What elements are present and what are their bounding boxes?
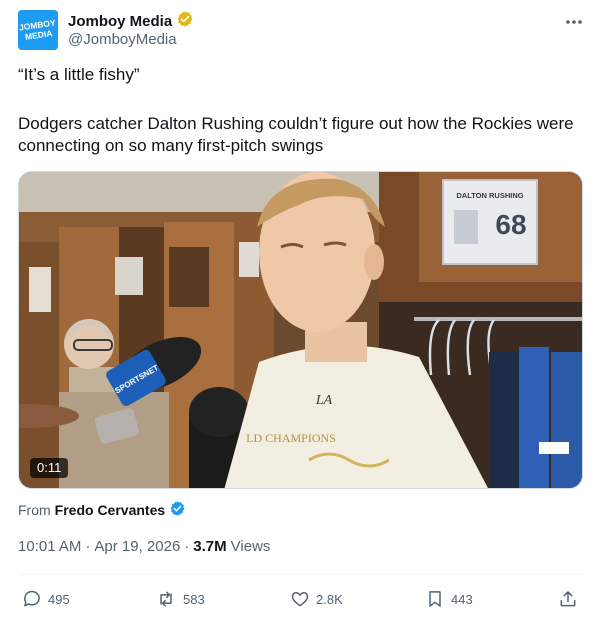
like-button[interactable]: 2.8K [290,587,343,611]
author-name-row: Jomboy Media [68,10,194,33]
repost-count: 583 [183,591,205,607]
action-bar: 495 583 2.8K 443 [18,587,583,611]
reply-count: 495 [48,591,70,607]
divider [18,574,583,575]
like-count: 2.8K [316,591,343,607]
bookmark-count: 443 [451,591,473,607]
from-prefix: From [18,502,51,518]
views-label: Views [230,538,271,555]
meta-separator: · [184,538,190,555]
views-count: 3.7M [193,538,227,555]
reply-icon [24,590,40,607]
tweet-body: Dodgers catcher Dalton Rushing couldn’t … [18,114,574,155]
attribution: From Fredo Cervantes [18,500,186,520]
tweet-quote: “It’s a little fishy” [18,65,140,84]
nameplate-name: DALTON RUSHING [456,191,523,200]
post-time[interactable]: 10:01 AM [18,538,81,555]
video-frame: DALTON RUSHING 68 SPORTSNET LA LD CHAMPI… [19,172,582,488]
repost-icon [160,591,172,607]
verified-blue-icon [169,500,186,520]
repost-button[interactable]: 583 [155,587,205,611]
nameplate-number: 68 [495,209,526,240]
share-button[interactable] [558,587,578,611]
jomboy-logo: JOMBOY MEDIA [18,10,58,50]
tweet-card: JOMBOY MEDIA Jomboy Media @JomboyMedia “… [0,0,594,624]
bookmark-button[interactable]: 443 [425,587,473,611]
author-handle[interactable]: @JomboyMedia [68,31,177,48]
post-date[interactable]: Apr 19, 2026 [94,538,180,555]
share-icon [560,591,576,607]
verified-gold-icon [176,10,194,33]
author-avatar[interactable]: JOMBOY MEDIA [18,10,58,50]
video-duration: 0:11 [30,458,69,478]
author-name[interactable]: Jomboy Media [68,13,172,30]
shirt-text-top: LA [315,393,333,408]
bookmark-icon [429,591,441,607]
tweet-meta: 10:01 AM · Apr 19, 2026 · 3.7M Views [18,538,270,555]
reply-button[interactable]: 495 [22,587,70,611]
shirt-text-main: LD CHAMPIONS [246,431,336,445]
meta-separator: · [85,538,91,555]
from-name[interactable]: Fredo Cervantes [55,502,165,518]
more-options-icon[interactable] [562,12,586,32]
video-player[interactable]: DALTON RUSHING 68 SPORTSNET LA LD CHAMPI… [18,171,583,489]
heart-icon [291,592,309,607]
